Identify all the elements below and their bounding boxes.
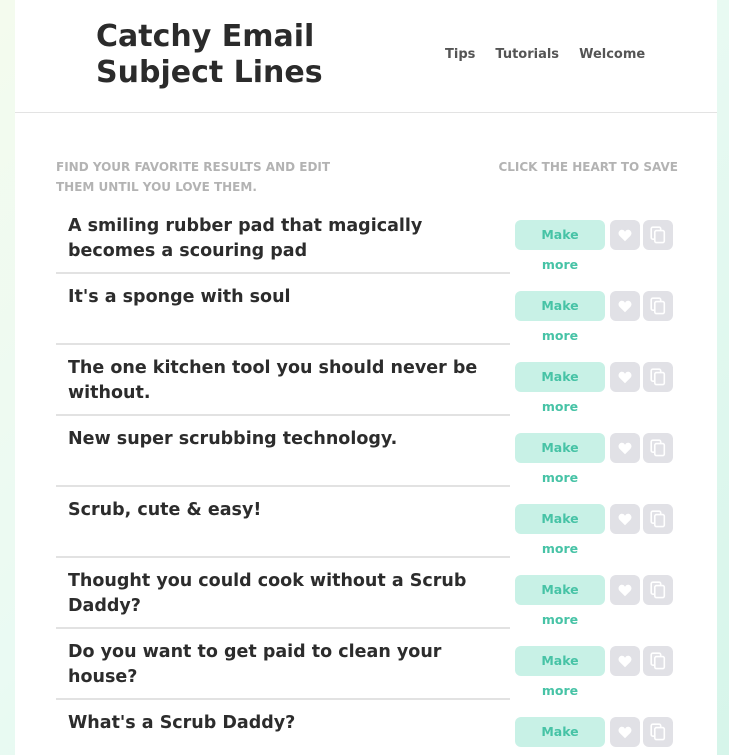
result-row: It's a sponge with soul Make more xyxy=(56,274,696,345)
results-list: A smiling rubber pad that magically beco… xyxy=(56,203,696,755)
result-text[interactable]: A smiling rubber pad that magically beco… xyxy=(68,214,508,264)
main-card: Catchy Email Subject Lines Tips Tutorial… xyxy=(15,0,717,755)
page-title: Catchy Email Subject Lines xyxy=(96,19,323,90)
heart-icon xyxy=(618,442,632,455)
save-instructions: CLICK THE HEART TO SAVE xyxy=(498,160,678,174)
result-actions: Make more xyxy=(515,646,673,698)
make-more-button[interactable]: Make more xyxy=(515,291,605,343)
nav-link-tutorials[interactable]: Tutorials xyxy=(495,47,559,63)
result-actions: Make more xyxy=(515,220,673,272)
copy-button[interactable] xyxy=(643,575,673,605)
favorite-button[interactable] xyxy=(610,433,640,463)
copy-icon xyxy=(650,510,666,528)
copy-icon xyxy=(650,723,666,741)
make-more-button[interactable]: Make more xyxy=(515,220,605,272)
copy-icon xyxy=(650,297,666,315)
copy-button[interactable] xyxy=(643,362,673,392)
copy-icon xyxy=(650,652,666,670)
favorite-button[interactable] xyxy=(610,646,640,676)
heart-icon xyxy=(618,371,632,384)
copy-icon xyxy=(650,581,666,599)
heart-icon xyxy=(618,229,632,242)
edit-instructions: FIND YOUR FAVORITE RESULTS AND EDIT THEM… xyxy=(56,160,331,194)
make-more-button[interactable]: Make more xyxy=(515,504,605,556)
result-text[interactable]: Thought you could cook without a Scrub D… xyxy=(68,569,508,619)
result-actions: Make more xyxy=(515,362,673,414)
result-row: The one kitchen tool you should never be… xyxy=(56,345,696,416)
result-row: A smiling rubber pad that magically beco… xyxy=(56,203,696,274)
make-more-button[interactable]: Make more xyxy=(515,575,605,627)
result-actions: Make more xyxy=(515,575,673,627)
heart-icon xyxy=(618,300,632,313)
make-more-button[interactable]: Make more xyxy=(515,362,605,414)
result-text[interactable]: Scrub, cute & easy! xyxy=(68,498,508,523)
result-actions: Make more xyxy=(515,504,673,556)
copy-icon xyxy=(650,439,666,457)
heart-icon xyxy=(618,726,632,739)
nav-link-welcome[interactable]: Welcome xyxy=(579,47,645,63)
copy-button[interactable] xyxy=(643,291,673,321)
favorite-button[interactable] xyxy=(610,220,640,250)
result-row: Do you want to get paid to clean your ho… xyxy=(56,629,696,700)
result-text[interactable]: What's a Scrub Daddy? xyxy=(68,711,508,736)
result-row: Scrub, cute & easy! Make more xyxy=(56,487,696,558)
result-text[interactable]: Do you want to get paid to clean your ho… xyxy=(68,640,508,690)
nav-link-tips[interactable]: Tips xyxy=(445,47,475,63)
make-more-button[interactable]: Make more xyxy=(515,433,605,485)
make-more-button[interactable]: Make more xyxy=(515,717,605,755)
top-nav: Tips Tutorials Welcome xyxy=(445,47,665,63)
result-actions: Make more xyxy=(515,291,673,343)
copy-icon xyxy=(650,368,666,386)
result-actions: Make more xyxy=(515,433,673,485)
favorite-button[interactable] xyxy=(610,504,640,534)
result-text[interactable]: New super scrubbing technology. xyxy=(68,427,508,452)
copy-button[interactable] xyxy=(643,646,673,676)
heart-icon xyxy=(618,584,632,597)
copy-button[interactable] xyxy=(643,220,673,250)
copy-button[interactable] xyxy=(643,717,673,747)
result-row: Thought you could cook without a Scrub D… xyxy=(56,558,696,629)
result-text[interactable]: The one kitchen tool you should never be… xyxy=(68,356,508,406)
make-more-button[interactable]: Make more xyxy=(515,646,605,698)
copy-button[interactable] xyxy=(643,504,673,534)
heart-icon xyxy=(618,513,632,526)
result-row: What's a Scrub Daddy? Make more xyxy=(56,700,696,755)
favorite-button[interactable] xyxy=(610,717,640,747)
heart-icon xyxy=(618,655,632,668)
result-actions: Make more xyxy=(515,717,673,755)
result-text[interactable]: It's a sponge with soul xyxy=(68,285,508,310)
favorite-button[interactable] xyxy=(610,291,640,321)
page-header: Catchy Email Subject Lines Tips Tutorial… xyxy=(15,0,717,113)
favorite-button[interactable] xyxy=(610,575,640,605)
copy-icon xyxy=(650,226,666,244)
copy-button[interactable] xyxy=(643,433,673,463)
favorite-button[interactable] xyxy=(610,362,640,392)
result-row: New super scrubbing technology. Make more xyxy=(56,416,696,487)
